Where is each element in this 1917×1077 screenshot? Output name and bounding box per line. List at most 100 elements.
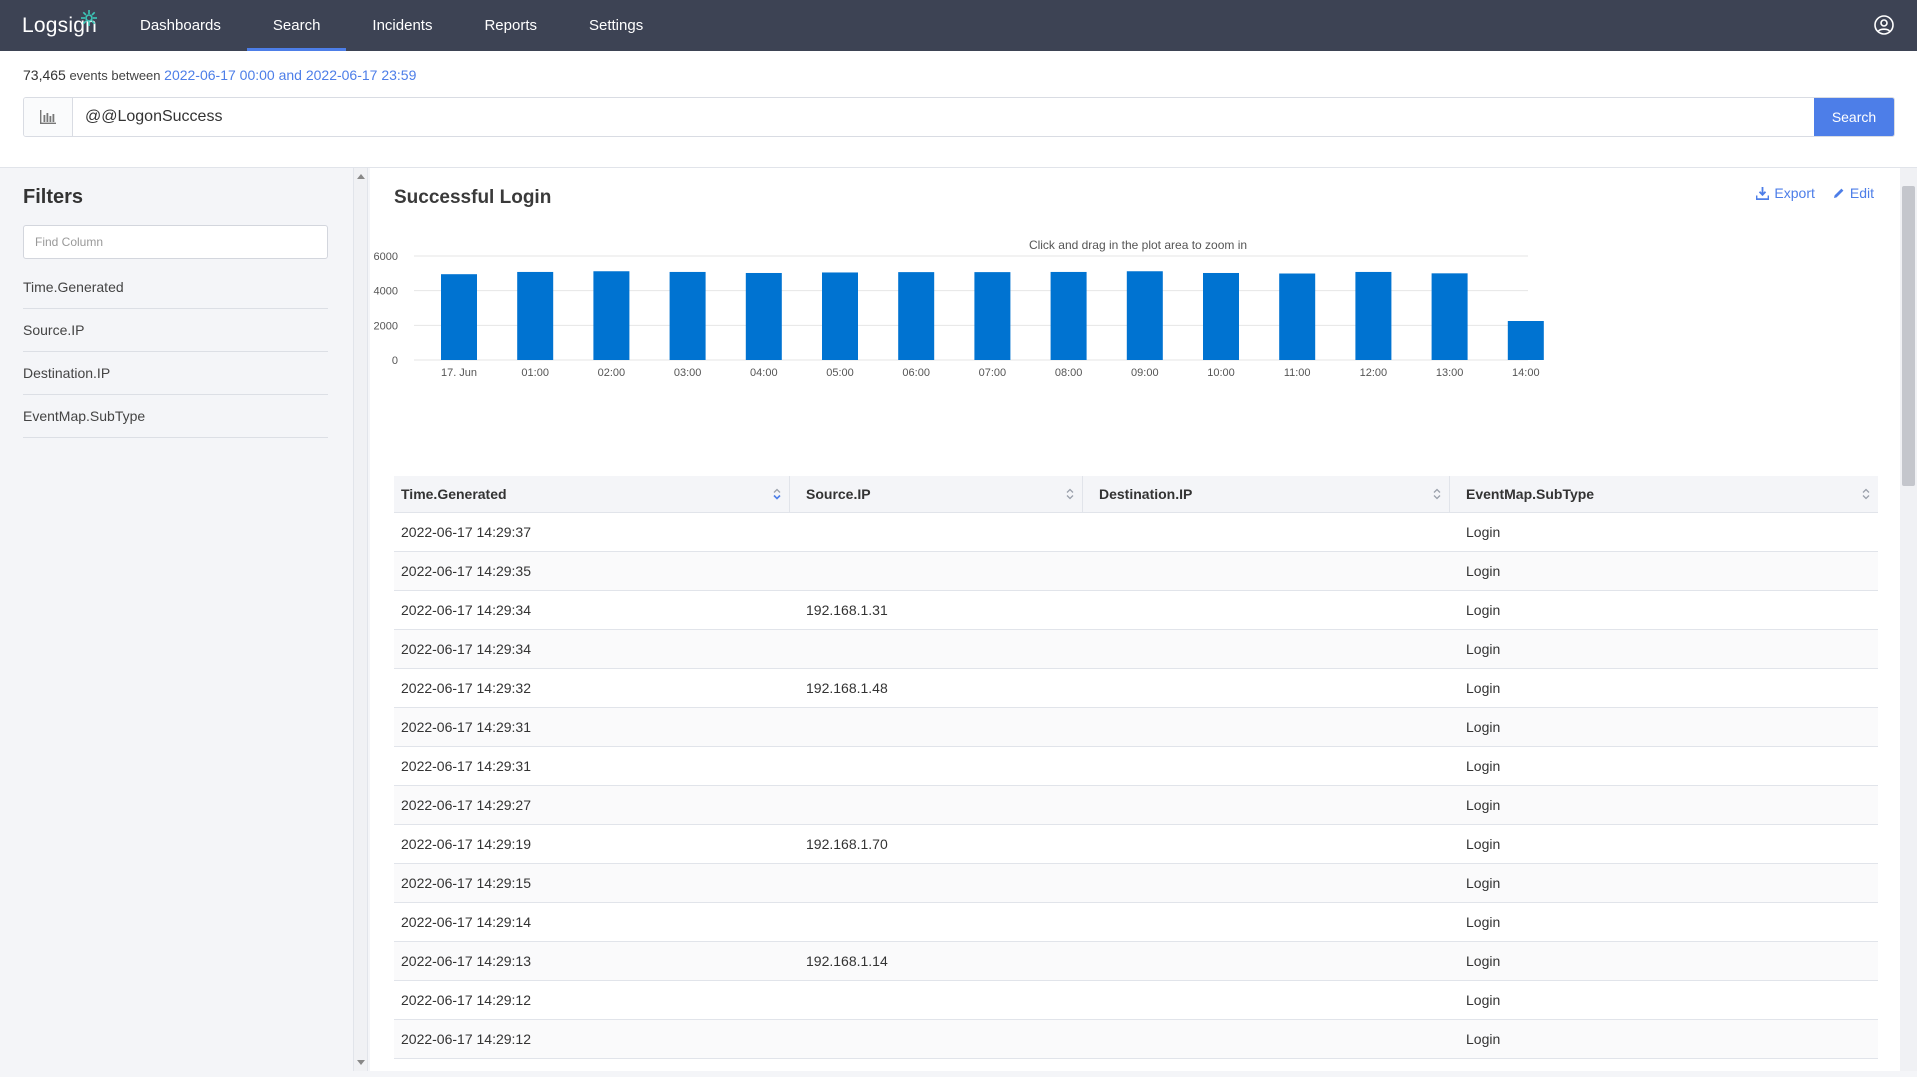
histogram-bar[interactable] <box>1050 271 1087 360</box>
sidebar-scrollbar[interactable] <box>354 168 368 1071</box>
filters-title: Filters <box>23 186 84 208</box>
find-column-input[interactable] <box>23 225 328 259</box>
table-cell <box>789 708 1082 746</box>
nav-search[interactable]: Search <box>246 0 347 51</box>
table-row[interactable]: 2022-06-17 14:29:37 Login <box>394 513 1878 552</box>
table-cell <box>1082 591 1449 629</box>
table-cell <box>1082 669 1449 707</box>
table-cell: 2022-06-17 14:29:27 <box>401 797 531 813</box>
table-cell <box>1082 903 1449 941</box>
search-button[interactable]: Search <box>1814 98 1894 136</box>
table-row[interactable]: 2022-06-17 14:29:13 192.168.1.14 Login <box>394 942 1878 981</box>
column-header-subtype[interactable]: EventMap.SubType <box>1449 476 1878 512</box>
nav-settings[interactable]: Settings <box>563 0 669 51</box>
filter-column-subtype[interactable]: EventMap.SubType <box>23 395 328 438</box>
table-cell: 2022-06-17 14:29:19 <box>401 836 531 852</box>
sort-icon[interactable] <box>1433 488 1441 500</box>
table-cell <box>1082 1020 1449 1058</box>
x-tick-label: 14:00 <box>1512 367 1540 379</box>
table-header: Time.Generated Source.IP Destination.IP <box>394 476 1878 513</box>
sort-icon[interactable] <box>1862 488 1870 500</box>
table-row[interactable]: 2022-06-17 14:29:14 Login <box>394 903 1878 942</box>
column-header-time-generated[interactable]: Time.Generated <box>394 476 789 512</box>
table-row[interactable]: 2022-06-17 14:29:12 Login <box>394 981 1878 1020</box>
histogram-bar[interactable] <box>669 271 706 360</box>
table-cell <box>1082 786 1449 824</box>
table-cell: 2022-06-17 14:29:35 <box>401 563 531 579</box>
column-header-label: Destination.IP <box>1099 486 1193 502</box>
query-type-button[interactable] <box>24 98 73 136</box>
table-row[interactable]: 2022-06-17 14:29:31 Login <box>394 708 1878 747</box>
events-histogram[interactable]: 0 2000 4000 6000 17. Jun 01:00 02:00 03:00 04:00… <box>370 248 1900 473</box>
table-row[interactable]: 2022-06-17 14:29:19 192.168.1.70 Login <box>394 825 1878 864</box>
table-row[interactable]: 2022-06-17 14:29:32 192.168.1.48 Login <box>394 669 1878 708</box>
table-cell <box>1082 942 1449 980</box>
histogram-bar[interactable] <box>1279 273 1316 360</box>
search-area: 73,465 events between 2022-06-17 00:00 a… <box>0 51 1917 168</box>
table-cell: Login <box>1466 680 1501 696</box>
table-cell <box>1082 981 1449 1019</box>
top-nav: Logsign Dashboards Search Incidents Repo… <box>0 0 1917 51</box>
histogram-bar[interactable] <box>441 274 477 360</box>
table-cell <box>1082 825 1449 863</box>
histogram-bar[interactable] <box>822 272 858 360</box>
nav-reports[interactable]: Reports <box>458 0 563 51</box>
search-bar: Search <box>23 97 1895 137</box>
main-nav: Dashboards Search Incidents Reports Sett… <box>125 0 669 51</box>
user-icon[interactable] <box>1873 14 1895 36</box>
search-input[interactable] <box>73 98 1814 136</box>
main-scrollbar[interactable] <box>1900 168 1917 1071</box>
x-tick-label: 04:00 <box>750 367 778 379</box>
scroll-up-arrow-icon[interactable] <box>357 174 365 179</box>
table-cell: Login <box>1466 914 1501 930</box>
histogram-bar[interactable] <box>1355 271 1392 360</box>
sort-icon[interactable] <box>1066 488 1074 500</box>
table-cell <box>789 1020 1082 1058</box>
table-cell: 2022-06-17 14:29:14 <box>401 914 531 930</box>
x-tick-label: 06:00 <box>902 367 930 379</box>
export-button[interactable]: Export <box>1756 185 1815 201</box>
filter-column-time-generated[interactable]: Time.Generated <box>23 266 328 309</box>
scroll-down-arrow-icon[interactable] <box>357 1060 365 1065</box>
sort-desc-icon[interactable] <box>773 488 781 500</box>
column-header-destination-ip[interactable]: Destination.IP <box>1082 476 1449 512</box>
table-row[interactable]: 2022-06-17 14:29:34 Login <box>394 630 1878 669</box>
column-header-source-ip[interactable]: Source.IP <box>789 476 1082 512</box>
y-tick-label: 0 <box>392 355 398 367</box>
table-cell: Login <box>1466 719 1501 735</box>
histogram-bar[interactable] <box>517 271 554 360</box>
edit-button[interactable]: Edit <box>1833 185 1874 201</box>
table-cell: 2022-06-17 14:29:32 <box>401 680 531 696</box>
scrollbar-thumb[interactable] <box>1902 186 1915 486</box>
logo[interactable]: Logsign <box>0 0 125 51</box>
x-tick-label: 11:00 <box>1284 367 1311 379</box>
nav-incidents[interactable]: Incidents <box>346 0 458 51</box>
x-tick-label: 09:00 <box>1131 367 1159 379</box>
events-summary: 73,465 events between 2022-06-17 00:00 a… <box>23 67 416 83</box>
bar-chart-icon <box>40 110 56 124</box>
table-row[interactable]: 2022-06-17 14:29:12 Login <box>394 1020 1878 1059</box>
histogram-bar[interactable] <box>1126 271 1163 360</box>
histogram-bar[interactable] <box>1203 272 1239 360</box>
table-row[interactable]: 2022-06-17 14:29:15 Login <box>394 864 1878 903</box>
histogram-bar[interactable] <box>1507 321 1544 360</box>
table-cell <box>789 903 1082 941</box>
table-row[interactable]: 2022-06-17 14:29:35 Login <box>394 552 1878 591</box>
table-cell <box>1082 708 1449 746</box>
table-cell: Login <box>1466 563 1501 579</box>
table-row[interactable]: 2022-06-17 14:29:34 192.168.1.31 Login <box>394 591 1878 630</box>
histogram-bar[interactable] <box>974 272 1011 360</box>
histogram-bar[interactable] <box>1431 273 1468 360</box>
table-cell <box>1082 513 1449 551</box>
histogram-bar[interactable] <box>898 272 935 360</box>
date-range-link[interactable]: 2022-06-17 00:00 and 2022-06-17 23:59 <box>164 67 416 83</box>
filter-column-source-ip[interactable]: Source.IP <box>23 309 328 352</box>
nav-dashboards[interactable]: Dashboards <box>125 0 247 51</box>
filter-column-destination-ip[interactable]: Destination.IP <box>23 352 328 395</box>
histogram-bar[interactable] <box>745 272 782 360</box>
table-row[interactable]: 2022-06-17 14:29:27 Login <box>394 786 1878 825</box>
x-tick-label: 08:00 <box>1055 367 1083 379</box>
histogram-bar[interactable] <box>593 271 630 360</box>
logo-mark-icon <box>81 10 97 26</box>
table-row[interactable]: 2022-06-17 14:29:31 Login <box>394 747 1878 786</box>
